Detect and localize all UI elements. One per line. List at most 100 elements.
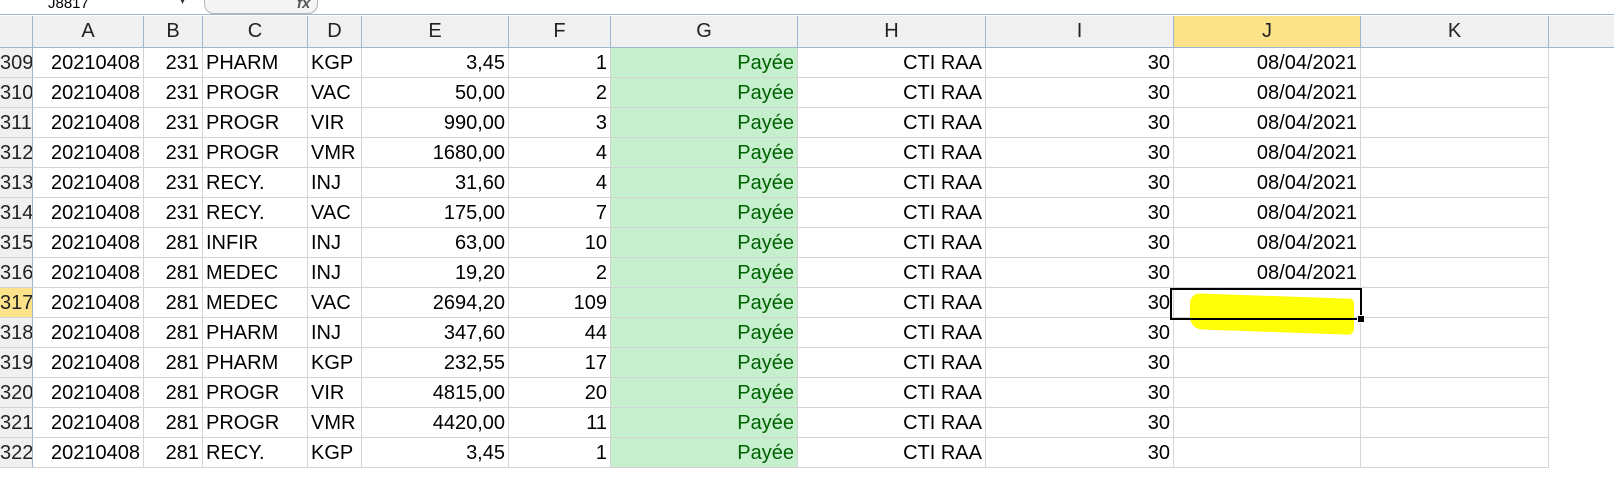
cell-g[interactable]: Payée bbox=[611, 138, 798, 168]
cell-i[interactable]: 30 bbox=[986, 108, 1174, 138]
cell-d[interactable]: KGP bbox=[308, 348, 362, 378]
cell-i[interactable]: 30 bbox=[986, 378, 1174, 408]
row-header[interactable]: 317 bbox=[0, 288, 33, 318]
cell-d[interactable]: VIR bbox=[308, 108, 362, 138]
column-header-e[interactable]: E bbox=[362, 16, 509, 47]
cell-j[interactable]: 08/04/2021 bbox=[1174, 258, 1361, 288]
cell-f[interactable]: 1 bbox=[509, 438, 611, 468]
cell-d[interactable]: KGP bbox=[308, 48, 362, 78]
row-header[interactable]: 322 bbox=[0, 438, 33, 468]
cell-b[interactable]: 281 bbox=[144, 318, 203, 348]
cell-e[interactable]: 175,00 bbox=[362, 198, 509, 228]
row-header[interactable]: 320 bbox=[0, 378, 33, 408]
cell-i[interactable]: 30 bbox=[986, 228, 1174, 258]
column-header-d[interactable]: D bbox=[308, 16, 362, 47]
row-header[interactable]: 318 bbox=[0, 318, 33, 348]
cell-e[interactable]: 4420,00 bbox=[362, 408, 509, 438]
insert-function-icon[interactable]: fx bbox=[297, 0, 310, 12]
cell-j[interactable]: 08/04/2021 bbox=[1174, 168, 1361, 198]
cell-k[interactable] bbox=[1361, 228, 1549, 258]
cell-k[interactable] bbox=[1361, 48, 1549, 78]
cell-i[interactable]: 30 bbox=[986, 408, 1174, 438]
row-header[interactable]: 310 bbox=[0, 78, 33, 108]
cell-f[interactable]: 20 bbox=[509, 378, 611, 408]
cell-j[interactable]: 08/04/2021 bbox=[1174, 228, 1361, 258]
cell-i[interactable]: 30 bbox=[986, 198, 1174, 228]
cell-a[interactable]: 20210408 bbox=[33, 198, 144, 228]
cell-e[interactable]: 3,45 bbox=[362, 48, 509, 78]
cell-e[interactable]: 232,55 bbox=[362, 348, 509, 378]
cell-j[interactable]: 08/04/2021 bbox=[1174, 138, 1361, 168]
cell-k[interactable] bbox=[1361, 408, 1549, 438]
row-header[interactable]: 321 bbox=[0, 408, 33, 438]
cell-g[interactable]: Payée bbox=[611, 288, 798, 318]
cell-e[interactable]: 1680,00 bbox=[362, 138, 509, 168]
column-header-f[interactable]: F bbox=[509, 16, 611, 47]
cell-g[interactable]: Payée bbox=[611, 408, 798, 438]
cell-k[interactable] bbox=[1361, 438, 1549, 468]
cell-k[interactable] bbox=[1361, 168, 1549, 198]
cell-k[interactable] bbox=[1361, 138, 1549, 168]
cell-a[interactable]: 20210408 bbox=[33, 348, 144, 378]
cell-f[interactable]: 4 bbox=[509, 168, 611, 198]
cell-c[interactable]: RECY. bbox=[203, 438, 308, 468]
cell-k[interactable] bbox=[1361, 348, 1549, 378]
cell-g[interactable]: Payée bbox=[611, 198, 798, 228]
cell-d[interactable]: VAC bbox=[308, 288, 362, 318]
cell-c[interactable]: PROGR bbox=[203, 108, 308, 138]
cell-h[interactable]: CTI RAA bbox=[798, 258, 986, 288]
cell-e[interactable]: 4815,00 bbox=[362, 378, 509, 408]
cell-f[interactable]: 11 bbox=[509, 408, 611, 438]
cell-k[interactable] bbox=[1361, 198, 1549, 228]
cell-h[interactable]: CTI RAA bbox=[798, 228, 986, 258]
cell-h[interactable]: CTI RAA bbox=[798, 138, 986, 168]
cell-e[interactable]: 347,60 bbox=[362, 318, 509, 348]
cell-a[interactable]: 20210408 bbox=[33, 258, 144, 288]
cell-a[interactable]: 20210408 bbox=[33, 318, 144, 348]
cell-e[interactable]: 63,00 bbox=[362, 228, 509, 258]
row-header[interactable]: 319 bbox=[0, 348, 33, 378]
cell-e[interactable]: 19,20 bbox=[362, 258, 509, 288]
cell-b[interactable]: 281 bbox=[144, 288, 203, 318]
cell-h[interactable]: CTI RAA bbox=[798, 288, 986, 318]
cell-d[interactable]: VAC bbox=[308, 198, 362, 228]
name-box[interactable]: J8817 bbox=[0, 0, 195, 12]
cell-a[interactable]: 20210408 bbox=[33, 78, 144, 108]
cell-f[interactable]: 4 bbox=[509, 138, 611, 168]
cell-d[interactable]: VMR bbox=[308, 408, 362, 438]
cell-g[interactable]: Payée bbox=[611, 318, 798, 348]
cell-e[interactable]: 3,45 bbox=[362, 438, 509, 468]
cell-b[interactable]: 231 bbox=[144, 78, 203, 108]
column-header-k[interactable]: K bbox=[1361, 16, 1549, 47]
cell-j[interactable] bbox=[1174, 378, 1361, 408]
cell-d[interactable]: VMR bbox=[308, 138, 362, 168]
cell-i[interactable]: 30 bbox=[986, 288, 1174, 318]
cell-g[interactable]: Payée bbox=[611, 438, 798, 468]
cell-d[interactable]: INJ bbox=[308, 168, 362, 198]
cell-a[interactable]: 20210408 bbox=[33, 48, 144, 78]
row-header[interactable]: 314 bbox=[0, 198, 33, 228]
cell-b[interactable]: 281 bbox=[144, 408, 203, 438]
cell-c[interactable]: PHARM bbox=[203, 348, 308, 378]
cell-f[interactable]: 44 bbox=[509, 318, 611, 348]
cell-h[interactable]: CTI RAA bbox=[798, 198, 986, 228]
cell-c[interactable]: MEDEC bbox=[203, 258, 308, 288]
cell-b[interactable]: 281 bbox=[144, 438, 203, 468]
cell-a[interactable]: 20210408 bbox=[33, 408, 144, 438]
cell-h[interactable]: CTI RAA bbox=[798, 348, 986, 378]
cell-k[interactable] bbox=[1361, 258, 1549, 288]
cell-h[interactable]: CTI RAA bbox=[798, 438, 986, 468]
cell-c[interactable]: PHARM bbox=[203, 48, 308, 78]
cell-g[interactable]: Payée bbox=[611, 168, 798, 198]
cell-c[interactable]: PROGR bbox=[203, 78, 308, 108]
column-header-c[interactable]: C bbox=[203, 16, 308, 47]
cell-c[interactable]: PHARM bbox=[203, 318, 308, 348]
column-header-i[interactable]: I bbox=[986, 16, 1174, 47]
row-header[interactable]: 316 bbox=[0, 258, 33, 288]
name-box-dropdown-icon[interactable]: ▾ bbox=[180, 0, 185, 7]
select-all-corner[interactable] bbox=[0, 16, 33, 47]
cell-c[interactable]: PROGR bbox=[203, 378, 308, 408]
column-header-a[interactable]: A bbox=[33, 16, 144, 47]
cell-f[interactable]: 17 bbox=[509, 348, 611, 378]
cell-a[interactable]: 20210408 bbox=[33, 138, 144, 168]
